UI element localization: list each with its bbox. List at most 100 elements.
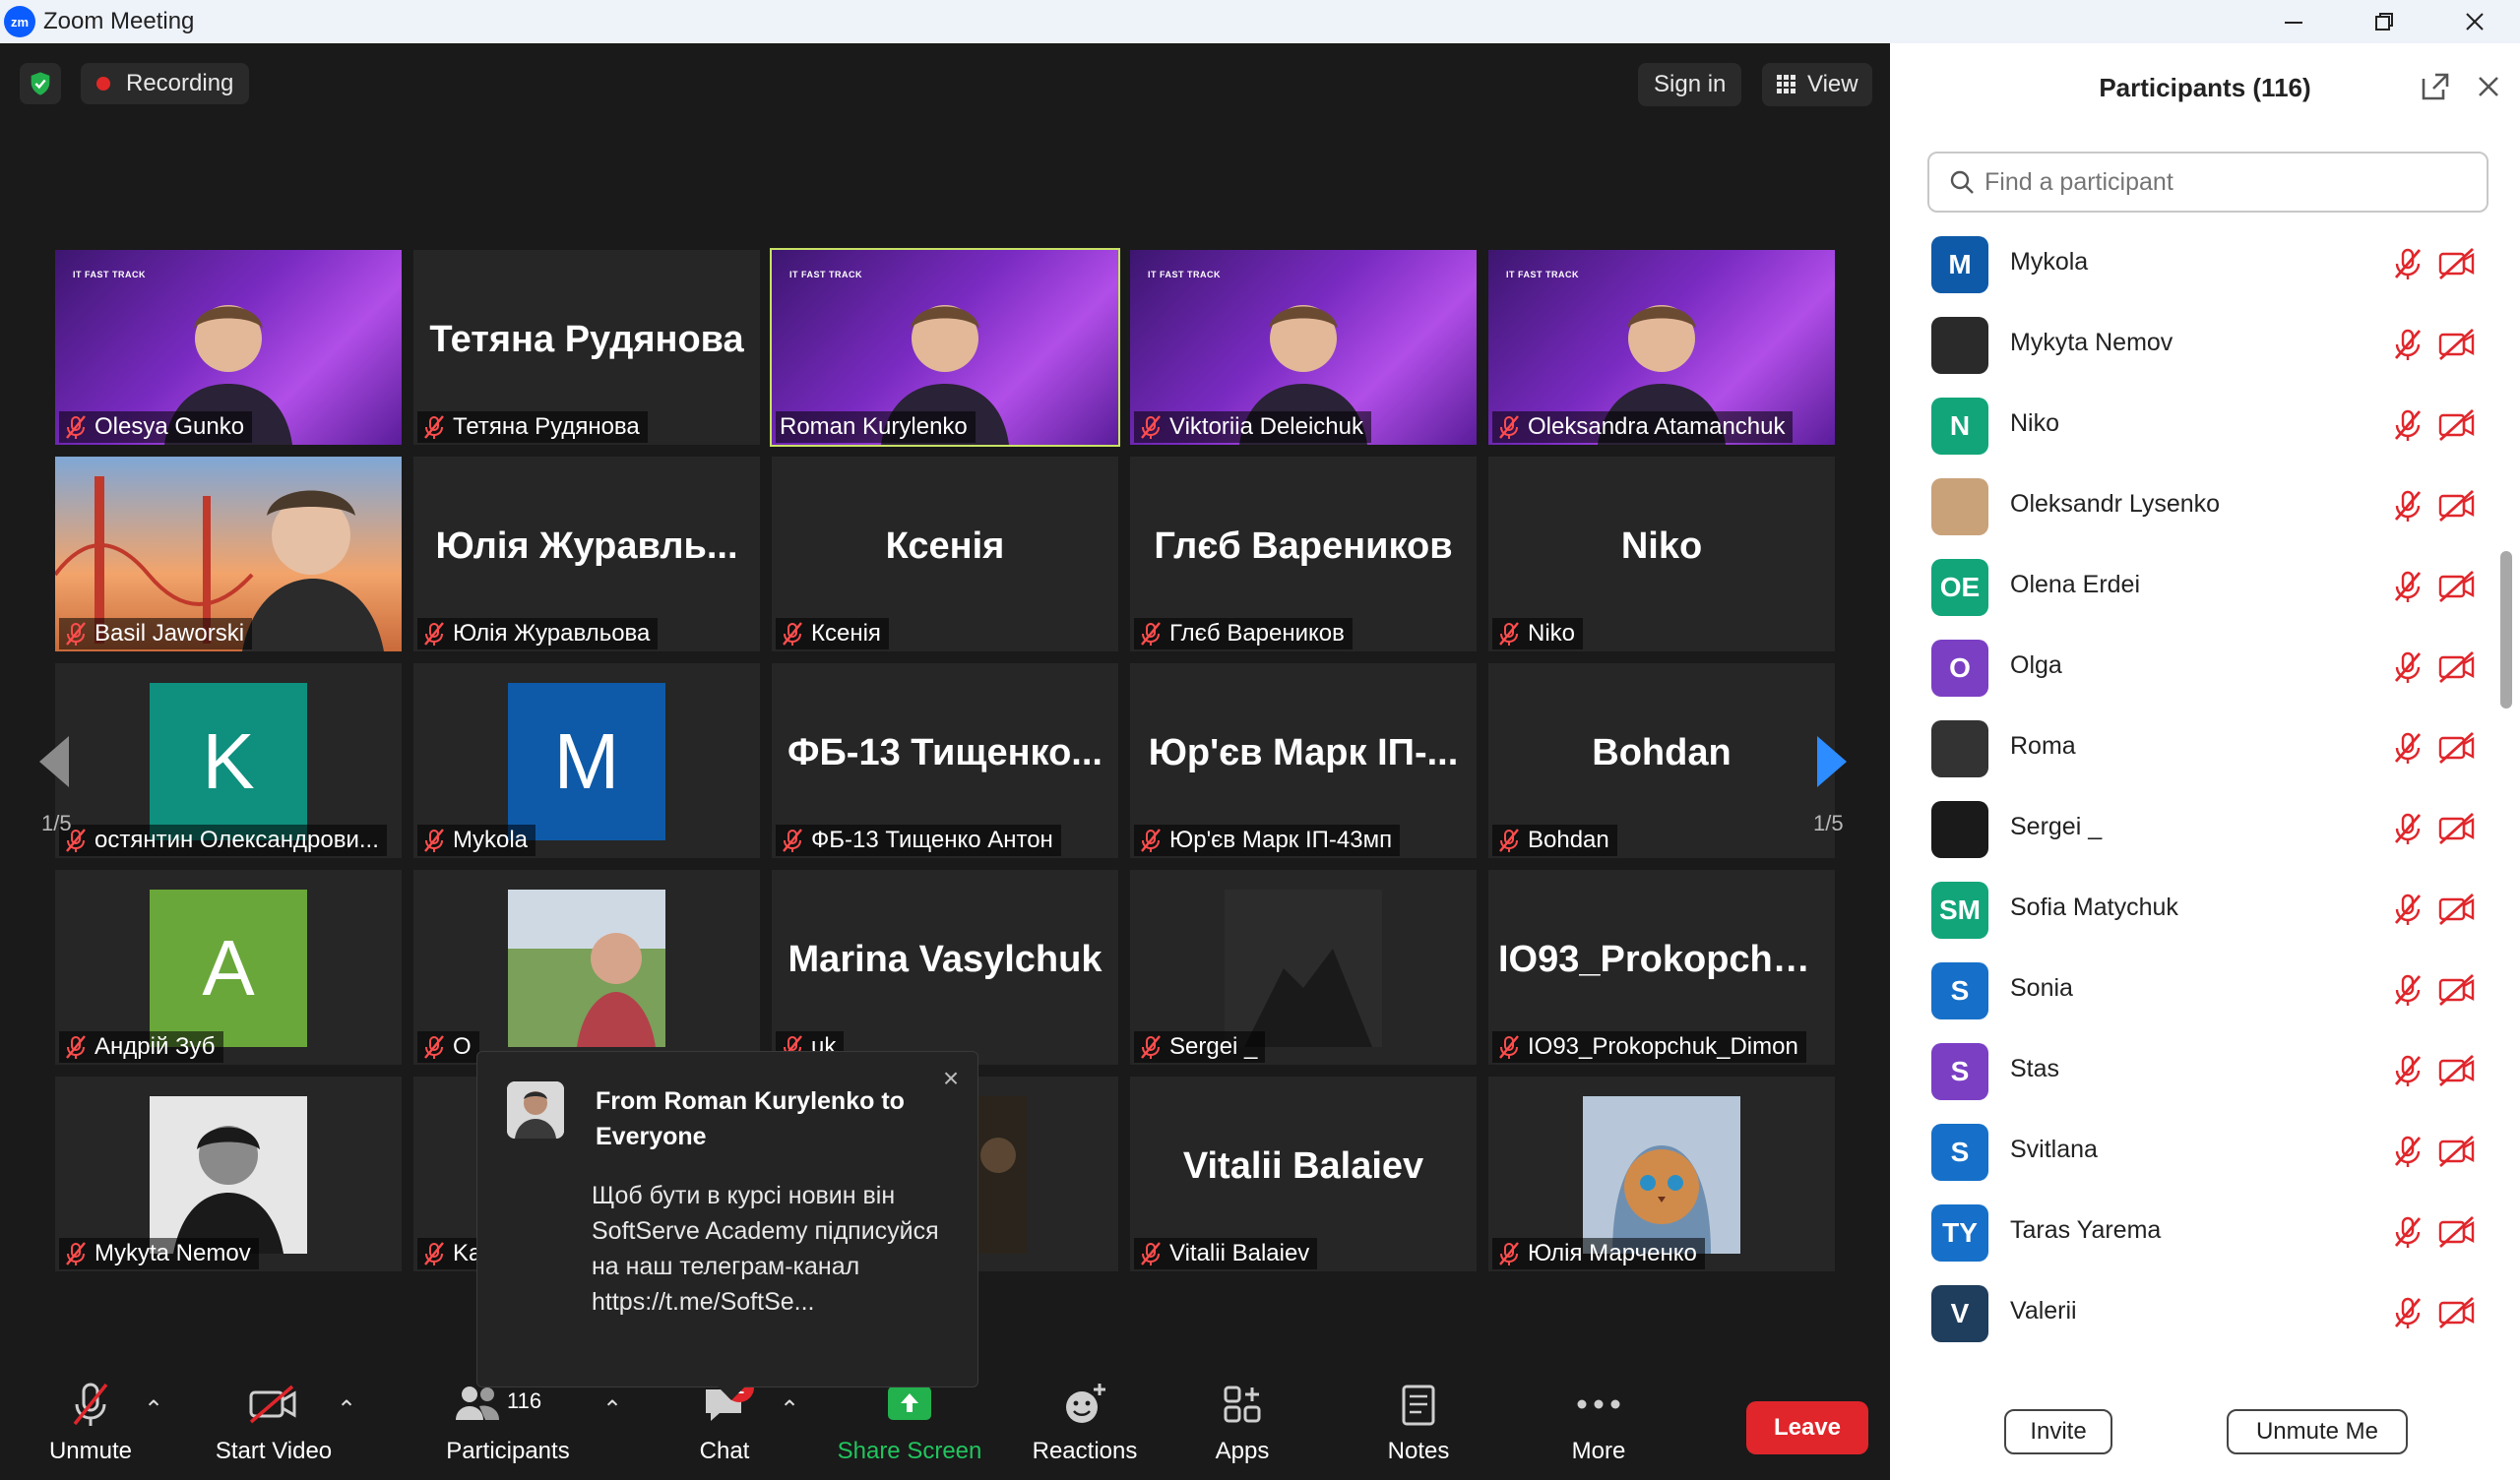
participant-row[interactable]: OE Olena Erdei bbox=[1890, 547, 2500, 628]
reactions-icon bbox=[1055, 1377, 1114, 1432]
muted-mic-icon[interactable] bbox=[2390, 730, 2426, 766]
reactions-button[interactable]: Reactions bbox=[1020, 1362, 1150, 1480]
muted-mic-icon[interactable] bbox=[2390, 569, 2426, 604]
participant-row[interactable]: S Stas bbox=[1890, 1031, 2500, 1112]
video-tile[interactable]: ФБ-13 Тищенко... ФБ-13 Тищенко Антон bbox=[772, 663, 1118, 858]
muted-mic-icon[interactable] bbox=[2390, 811, 2426, 846]
participant-name: Valerii bbox=[2010, 1297, 2077, 1325]
unmute-button[interactable]: Unmute bbox=[41, 1362, 140, 1480]
video-tile[interactable]: Юлія Марченко bbox=[1488, 1077, 1835, 1271]
participant-row[interactable]: V Valerii bbox=[1890, 1273, 2500, 1354]
video-tile[interactable]: Marina Vasylchuk uk bbox=[772, 870, 1118, 1065]
prev-page-button[interactable] bbox=[26, 722, 85, 801]
video-off-icon[interactable] bbox=[2437, 892, 2477, 927]
participant-row[interactable]: Roma bbox=[1890, 709, 2500, 789]
video-off-icon[interactable] bbox=[2437, 327, 2477, 362]
participant-row[interactable]: TY Taras Yarema bbox=[1890, 1193, 2500, 1273]
muted-mic-icon[interactable] bbox=[2390, 246, 2426, 281]
video-off-icon[interactable] bbox=[2437, 1134, 2477, 1169]
maximize-button[interactable] bbox=[2339, 0, 2429, 43]
view-button[interactable]: View bbox=[1762, 63, 1872, 106]
participant-row[interactable]: Sergei _ bbox=[1890, 789, 2500, 870]
minimize-button[interactable] bbox=[2248, 0, 2339, 43]
start-video-button[interactable]: Start Video bbox=[205, 1362, 343, 1480]
participant-row[interactable]: M Mykola bbox=[1890, 224, 2500, 305]
video-tile[interactable]: M Mykola bbox=[413, 663, 760, 858]
video-tile[interactable]: Юр'єв Марк ІП-... Юр'єв Марк ІП-43мп bbox=[1130, 663, 1477, 858]
video-tile[interactable]: Mykyta Nemov bbox=[55, 1077, 402, 1271]
video-off-icon[interactable] bbox=[2437, 1214, 2477, 1250]
security-shield-button[interactable] bbox=[20, 63, 61, 104]
video-tile[interactable]: Ксенія Ксенія bbox=[772, 457, 1118, 651]
video-tile[interactable]: IT FAST TRACK Viktoriia Deleichuk bbox=[1130, 250, 1477, 445]
video-off-icon[interactable] bbox=[2437, 972, 2477, 1008]
invite-button[interactable]: Invite bbox=[2004, 1409, 2112, 1454]
muted-mic-icon[interactable] bbox=[2390, 1053, 2426, 1088]
participant-row[interactable]: S Sonia bbox=[1890, 951, 2500, 1031]
video-off-icon[interactable] bbox=[2437, 488, 2477, 524]
video-tile[interactable]: Sergei _ bbox=[1130, 870, 1477, 1065]
leave-button[interactable]: Leave bbox=[1746, 1401, 1868, 1454]
chat-toast-close-button[interactable]: × bbox=[936, 1063, 966, 1093]
video-off-icon[interactable] bbox=[2437, 730, 2477, 766]
video-tile[interactable]: O bbox=[413, 870, 760, 1065]
video-tile[interactable]: IT FAST TRACK Roman Kurylenko bbox=[770, 248, 1120, 447]
muted-mic-icon[interactable] bbox=[2390, 649, 2426, 685]
muted-mic-icon bbox=[1496, 1241, 1522, 1266]
video-tile[interactable]: Kостянтин Олександрови... bbox=[55, 663, 402, 858]
audio-options-caret[interactable]: ⌃ bbox=[140, 1395, 167, 1423]
muted-mic-icon[interactable] bbox=[2390, 972, 2426, 1008]
video-tile[interactable]: Vitalii Balaiev Vitalii Balaiev bbox=[1130, 1077, 1477, 1271]
muted-mic-icon[interactable] bbox=[2390, 1295, 2426, 1330]
video-tile[interactable]: IO93_Prokopchu... IO93_Prokopchuk_Dimon bbox=[1488, 870, 1835, 1065]
unmute-me-button[interactable]: Unmute Me bbox=[2227, 1409, 2408, 1454]
video-tile[interactable]: Basil Jaworski bbox=[55, 457, 402, 651]
muted-mic-icon[interactable] bbox=[2390, 1134, 2426, 1169]
video-off-icon[interactable] bbox=[2437, 246, 2477, 281]
muted-mic-icon[interactable] bbox=[2390, 488, 2426, 524]
video-options-caret[interactable]: ⌃ bbox=[333, 1395, 360, 1423]
more-button[interactable]: More bbox=[1559, 1362, 1638, 1480]
video-off-icon[interactable] bbox=[2437, 569, 2477, 604]
participant-row[interactable]: Mykyta Nemov bbox=[1890, 305, 2500, 386]
participant-name: Stas bbox=[2010, 1055, 2060, 1082]
chat-notification[interactable]: From Roman Kurylenko to Everyone Щоб бут… bbox=[476, 1051, 978, 1400]
video-tile[interactable]: IT FAST TRACK Olesya Gunko bbox=[55, 250, 402, 445]
muted-mic-icon[interactable] bbox=[2390, 1214, 2426, 1250]
participants-scrollbar[interactable] bbox=[2500, 551, 2512, 709]
popout-button[interactable] bbox=[2418, 69, 2453, 104]
participant-row[interactable]: SM Sofia Matychuk bbox=[1890, 870, 2500, 951]
participant-row[interactable]: S Svitlana bbox=[1890, 1112, 2500, 1193]
notes-button[interactable]: Notes bbox=[1378, 1362, 1459, 1480]
muted-mic-icon[interactable] bbox=[2390, 327, 2426, 362]
video-tile[interactable]: A Андрій Зуб bbox=[55, 870, 402, 1065]
video-tile[interactable]: Тетяна Рудянова Тетяна Рудянова bbox=[413, 250, 760, 445]
apps-button[interactable]: Apps bbox=[1203, 1362, 1282, 1480]
video-off-icon[interactable] bbox=[2437, 649, 2477, 685]
video-tile[interactable]: Глєб Вареников Глєб Вареников bbox=[1130, 457, 1477, 651]
video-off-icon[interactable] bbox=[2437, 407, 2477, 443]
video-off-icon[interactable] bbox=[2437, 1295, 2477, 1330]
participant-row[interactable]: O Olga bbox=[1890, 628, 2500, 709]
video-off-icon[interactable] bbox=[2437, 1053, 2477, 1088]
participants-options-caret[interactable]: ⌃ bbox=[598, 1395, 626, 1423]
video-tile[interactable]: Юлія Журавль... Юлія Журавльова bbox=[413, 457, 760, 651]
chat-options-caret[interactable]: ⌃ bbox=[776, 1395, 803, 1423]
muted-mic-icon[interactable] bbox=[2390, 892, 2426, 927]
close-window-button[interactable] bbox=[2429, 0, 2520, 43]
participant-row[interactable]: Oleksandr Lysenko bbox=[1890, 466, 2500, 547]
sign-in-button[interactable]: Sign in bbox=[1638, 63, 1742, 106]
participant-search[interactable] bbox=[1927, 152, 2488, 213]
participants-count: 116 bbox=[507, 1388, 542, 1413]
participant-search-input[interactable] bbox=[1984, 167, 2457, 197]
video-tile[interactable]: Bohdan Bohdan bbox=[1488, 663, 1835, 858]
next-page-button[interactable] bbox=[1801, 722, 1860, 801]
muted-mic-icon[interactable] bbox=[2390, 407, 2426, 443]
video-tile[interactable]: IT FAST TRACK Oleksandra Atamanchuk bbox=[1488, 250, 1835, 445]
video-off-icon[interactable] bbox=[2437, 811, 2477, 846]
close-panel-button[interactable] bbox=[2471, 69, 2506, 104]
participant-display-name: Niko bbox=[1620, 525, 1703, 567]
participant-row[interactable]: N Niko bbox=[1890, 386, 2500, 466]
recording-indicator[interactable]: Recording bbox=[81, 63, 250, 104]
video-tile[interactable]: Niko Niko bbox=[1488, 457, 1835, 651]
